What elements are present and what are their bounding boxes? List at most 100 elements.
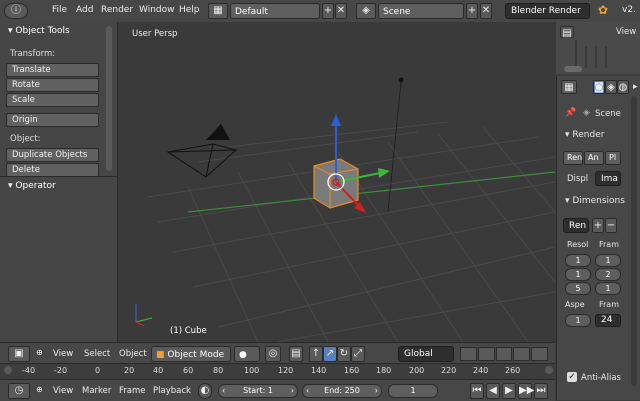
menu-help[interactable]: Help [179,5,200,15]
select-menu[interactable]: Select [84,349,110,359]
scene-icon[interactable]: ◈ [356,3,376,19]
manipulator-rotate-icon[interactable]: ↻ [337,346,351,362]
render-panel-header[interactable]: ▾ Render [565,130,604,140]
z-gizmo-arrow[interactable] [331,114,341,126]
end-frame-field[interactable]: ‹ End: 250 › [302,384,382,398]
aspect-x-field[interactable]: 1 [565,314,591,327]
layer-button[interactable] [495,347,513,361]
render-context-icon[interactable]: ◙ [593,80,605,94]
scene-field[interactable]: Scene [378,3,464,19]
outliner-scrollbar[interactable] [564,66,582,72]
frame-menu[interactable]: Frame [119,386,145,396]
play-icon[interactable]: ▶ [502,383,516,399]
world-context-icon[interactable]: ◍ [617,80,629,94]
play-animation-button[interactable]: Pl [605,151,621,165]
outliner-editor-icon[interactable]: ▤ [560,26,574,39]
dimensions-panel-header[interactable]: ▾ Dimensions [565,196,625,206]
rotate-button[interactable]: Rotate [6,78,99,92]
operator-header[interactable]: ▾ Operator [8,181,56,191]
layer-button[interactable] [531,347,548,361]
operator-title: Operator [15,181,56,191]
object-menu[interactable]: Object [119,349,147,359]
jump-end-icon[interactable]: ⏭ [534,383,548,399]
frame-rate-select[interactable]: 24 [595,314,621,327]
more-contexts-icon[interactable]: ▸ [633,82,638,92]
menu-render[interactable]: Render [101,5,133,15]
render-button[interactable]: Ren [563,151,583,165]
lamp-object[interactable] [398,77,404,83]
render-presets-select[interactable]: Ren [563,218,589,233]
scale-button[interactable]: Scale [6,93,99,107]
layer-button[interactable] [460,347,477,361]
origin-button[interactable]: Origin [6,113,99,127]
jump-start-icon[interactable]: ⏮ [470,383,484,399]
menu-file[interactable]: File [52,5,67,15]
resolution-y-field[interactable]: 1 [565,268,591,281]
add-layout-icon[interactable]: + [322,3,334,19]
view-menu[interactable]: View [53,349,73,359]
transform-label: Transform: [10,49,56,59]
editor-type-timeline-icon[interactable]: ◷ [8,383,30,399]
shading-select[interactable]: ● [234,346,260,362]
prev-keyframe-icon[interactable]: ◀ [486,383,500,399]
pivot-icon[interactable]: ◎ [265,346,281,362]
properties-scrollbar[interactable] [631,96,637,386]
marker-menu[interactable]: Marker [82,386,111,396]
outliner-view-menu[interactable]: View [616,27,636,37]
preview-range-icon[interactable]: ◐ [198,383,212,399]
manipulator-translate-icon[interactable]: ↑ [309,346,323,362]
collapse-menu-icon[interactable]: ⊕ [36,385,43,394]
delete-button[interactable]: Delete [6,163,99,177]
frame-start-field[interactable]: 1 [595,254,621,267]
translate-button[interactable]: Translate [6,63,99,77]
screen-layout-field[interactable]: Default [230,3,320,19]
editor-type-3d-icon[interactable]: ▣ [8,346,30,362]
frame-step-field[interactable]: 1 [595,282,621,295]
anti-alias-checkbox[interactable]: ✓ [567,372,577,382]
duplicate-objects-button[interactable]: Duplicate Objects [6,148,99,162]
remove-preset-icon[interactable]: − [605,218,617,233]
manipulator-active-icon[interactable]: ↗ [323,346,337,362]
orientation-select[interactable]: Global [398,346,454,362]
layer-button[interactable] [513,347,531,361]
display-select[interactable]: Ima [595,171,621,186]
remove-scene-icon[interactable]: ✕ [480,3,492,19]
resolution-percent-field[interactable]: 5 [565,282,591,295]
add-scene-icon[interactable]: + [466,3,478,19]
editor-type-info-icon[interactable]: ⓘ [4,3,28,19]
add-preset-icon[interactable]: + [592,218,604,233]
layer-button[interactable] [477,347,495,361]
manipulator-scale-icon[interactable]: ⤢ [351,346,365,362]
lamp-line [387,81,402,213]
pin-icon[interactable]: 📌 [565,108,576,118]
resolution-x-field[interactable]: 1 [565,254,591,267]
render-engine-select[interactable]: Blender Render [505,3,590,19]
frame-end-field[interactable]: 2 [595,268,621,281]
3d-viewport[interactable]: User Persp (1) Cube [118,22,555,342]
frame-rate-label: Fram [599,300,620,309]
camera-object[interactable] [166,143,238,178]
menu-add[interactable]: Add [76,5,93,15]
object-tools-header[interactable]: ▾ Object Tools [8,26,70,36]
animation-button[interactable]: An [584,151,604,165]
start-frame-field[interactable]: ‹ Start: 1 › [218,384,298,398]
menu-window[interactable]: Window [139,5,175,15]
collapse-menu-icon[interactable]: ⊕ [36,348,43,357]
version-label: v2. [622,5,636,15]
remove-layout-icon[interactable]: ✕ [335,3,347,19]
playback-menu[interactable]: Playback [153,386,191,396]
ruler-handle-right[interactable] [545,366,553,374]
screen-layout-icon[interactable]: ▦ [208,3,228,19]
manipulator-toggle-icon[interactable]: ▤ [289,346,303,362]
properties-editor-icon[interactable]: ▦ [561,80,577,94]
timeline-view-menu[interactable]: View [53,386,73,396]
dimensions-panel-title: Dimensions [572,196,625,206]
ruler-handle-left[interactable] [4,366,12,374]
next-keyframe-icon[interactable]: ▶▶ [518,383,534,399]
tool-shelf-scrollbar[interactable] [106,26,112,171]
y-gizmo-arrow[interactable] [378,168,390,178]
mode-select[interactable]: ■ Object Mode [151,346,231,362]
scene-context-icon[interactable]: ◈ [605,80,617,94]
current-frame-field[interactable]: 1 [388,384,438,398]
layer-buttons[interactable] [460,347,548,361]
